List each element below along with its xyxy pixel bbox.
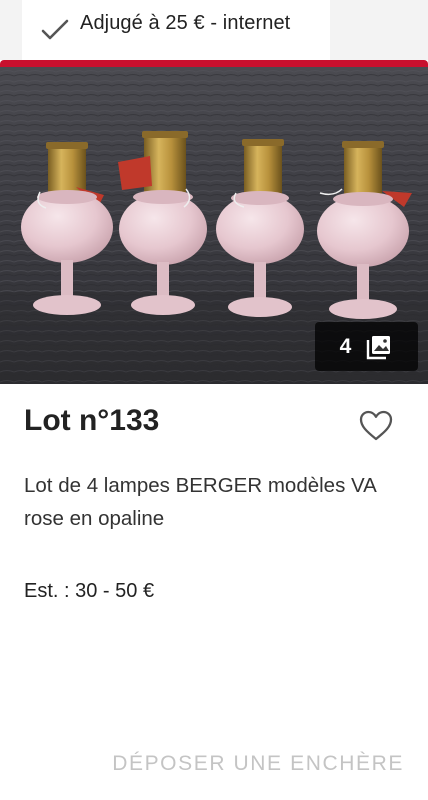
heart-outline-icon[interactable]	[358, 408, 394, 444]
sold-status-tab: Adjugé à 25 € - internet	[22, 0, 330, 60]
lot-estimate: Est. : 30 - 50 €	[24, 580, 155, 602]
sold-status-label: Adjugé à 25 € - internet	[80, 12, 291, 34]
accent-bar	[0, 60, 428, 67]
image-count: 4	[339, 334, 352, 358]
photo-gallery-icon	[367, 335, 391, 359]
lot-description: Lot de 4 lampes BERGER modèles VA rose e…	[24, 474, 376, 530]
place-bid-button[interactable]: DÉPOSER UNE ENCHÈRE	[94, 746, 404, 782]
image-count-badge[interactable]: 4	[315, 322, 418, 371]
lot-title: Lot n°133	[24, 404, 160, 437]
checkmark-icon	[41, 19, 69, 40]
